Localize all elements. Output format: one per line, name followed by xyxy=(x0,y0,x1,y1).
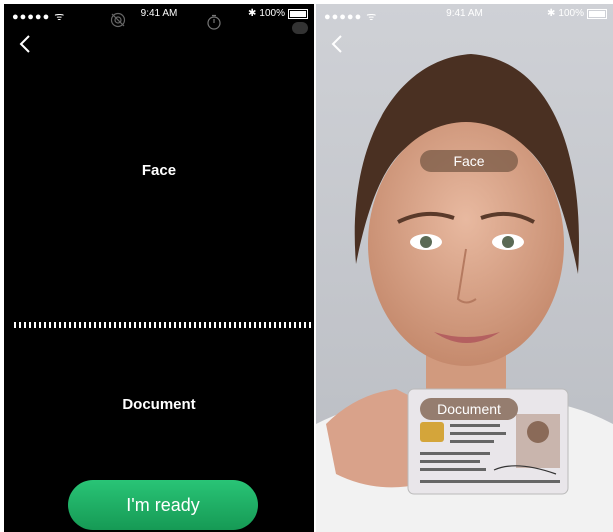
timer-icon[interactable] xyxy=(206,14,222,30)
chevron-left-icon xyxy=(19,35,30,53)
battery-indicator: ✱ 100% xyxy=(248,8,308,19)
battery-percent: 100% xyxy=(259,8,285,19)
battery-percent: 100% xyxy=(558,8,584,19)
status-bar: ●●●●● ᯤ 9:41 AM ✱ 100% xyxy=(4,4,314,26)
document-label: Document xyxy=(420,398,518,420)
status-bar: ●●●●● ᯤ 9:41 AM ✱ 100% xyxy=(316,4,613,26)
battery-icon xyxy=(587,8,607,19)
ready-button[interactable]: I'm ready xyxy=(68,480,258,530)
back-button[interactable] xyxy=(330,34,344,54)
dashed-divider xyxy=(14,322,314,328)
back-button[interactable] xyxy=(18,34,32,54)
left-phone-screen: ●●●●● ᯤ 9:41 AM ✱ 100% Face Document I'm… xyxy=(4,4,314,532)
signal-icon: ●●●●● ᯤ xyxy=(324,11,378,23)
status-time: 9:41 AM xyxy=(140,8,178,19)
status-time: 9:41 AM xyxy=(446,8,483,19)
bluetooth-icon: ✱ xyxy=(248,8,257,19)
toggle-switch[interactable] xyxy=(292,22,308,34)
battery-indicator: ✱ 100% xyxy=(547,8,607,19)
right-phone-screen: ●●●●● ᯤ 9:41 AM ✱ 100% Face Document xyxy=(316,4,613,532)
face-label: Face xyxy=(420,150,518,172)
camera-off-icon[interactable] xyxy=(110,12,126,28)
face-label: Face xyxy=(141,162,177,179)
chevron-left-icon xyxy=(331,35,342,53)
signal-icon: ●●●●● ᯤ xyxy=(12,11,66,23)
person-holding-id-photo xyxy=(316,4,613,532)
bluetooth-icon: ✱ xyxy=(547,8,556,19)
screenshot: ●●●●● ᯤ 9:41 AM ✱ 100% Face Document I'm… xyxy=(0,0,613,532)
document-label: Document xyxy=(122,396,196,413)
battery-icon xyxy=(288,8,308,19)
